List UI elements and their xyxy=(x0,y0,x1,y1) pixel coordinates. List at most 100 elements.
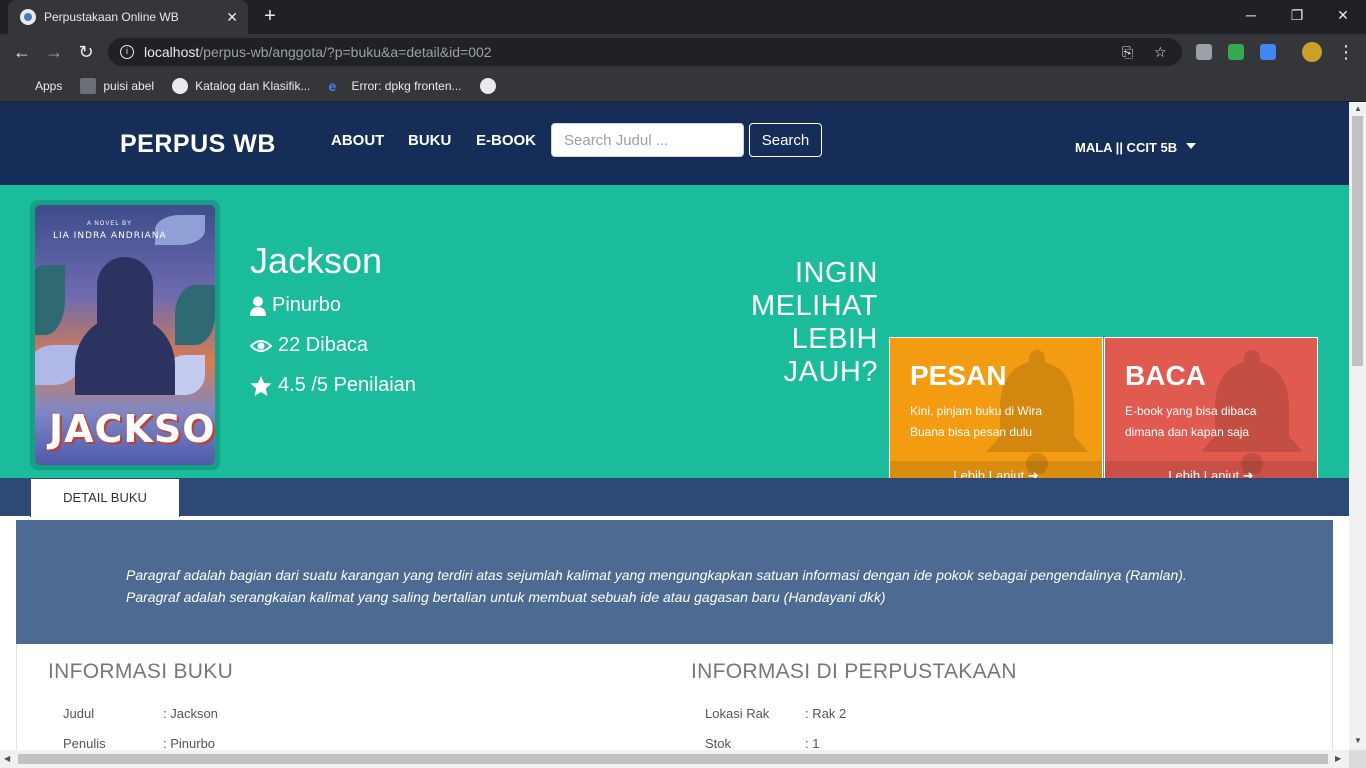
book-title: Jackson xyxy=(250,240,383,281)
scroll-right-icon[interactable]: ▶ xyxy=(1335,754,1341,763)
site-navbar: PERPUS WB ABOUT BUKU E-BOOK Search MALA … xyxy=(0,102,1349,185)
nav-link-about[interactable]: ABOUT xyxy=(331,132,384,149)
quote-line: Paragraf adalah bagian dari suatu karang… xyxy=(126,567,1187,583)
caret-down-icon xyxy=(1186,142,1197,149)
book-cover: A NOVEL BY LIA INDRA ANDRIANA JACKSON xyxy=(30,200,220,470)
translate-icon[interactable]: ⎘ xyxy=(1122,38,1133,66)
vertical-scroll-thumb[interactable] xyxy=(1352,116,1363,366)
globe-icon xyxy=(172,77,189,94)
info-section: INFORMASI BUKU Judul : Jackson Penulis :… xyxy=(16,644,1333,750)
bookmark-puisi-abel[interactable]: puisi abel xyxy=(80,77,155,94)
forward-button[interactable]: → xyxy=(42,40,66,64)
extension-cube-icon[interactable] xyxy=(1196,44,1212,60)
book-reads: 22 Dibaca xyxy=(278,334,369,356)
bookmark-image-icon xyxy=(80,77,97,94)
restore-button[interactable]: ❐ xyxy=(1274,0,1320,30)
quote-line: Paragraf adalah serangkaian kalimat yang… xyxy=(126,589,886,605)
url-host: localhost xyxy=(144,44,200,60)
info-buku-heading: INFORMASI BUKU xyxy=(48,660,234,683)
info-value: : Rak 2 xyxy=(805,706,847,721)
eye-icon xyxy=(250,339,272,352)
promo-card-pesan[interactable]: PESAN Kini, pinjam buku di Wira Buana bi… xyxy=(889,337,1103,492)
horizontal-scroll-thumb[interactable] xyxy=(18,754,1328,764)
promo-card-title: BACA xyxy=(1125,360,1206,391)
nav-link-buku[interactable]: BUKU xyxy=(408,132,451,149)
scroll-left-icon[interactable]: ◀ xyxy=(4,754,10,763)
minimize-button[interactable]: ─ xyxy=(1228,0,1274,30)
cover-subtitle: A NOVEL BY xyxy=(87,221,133,227)
book-rating: 4.5 /5 Penilaian xyxy=(278,374,416,396)
info-value: : 1 xyxy=(805,736,820,750)
book-reads-row: 22 Dibaca xyxy=(250,334,368,357)
browser-toolbar: ← → ↻ i localhost /perpus-wb/anggota/?p=… xyxy=(0,34,1366,70)
book-author: Pinurbo xyxy=(272,294,341,316)
tab-title: Perpustakaan Online WB xyxy=(44,10,179,24)
globe-icon xyxy=(479,77,496,94)
extension-check-icon[interactable] xyxy=(1260,44,1276,60)
promo-heading-line: MELIHAT xyxy=(750,290,878,322)
apps-grid-icon xyxy=(12,78,28,94)
scroll-down-icon[interactable]: ▼ xyxy=(1354,736,1362,745)
info-perpus-heading: INFORMASI DI PERPUSTAKAAN xyxy=(691,660,1017,683)
bookmark-error-dpkg[interactable]: e Error: dpkg fronten... xyxy=(328,78,461,94)
nav-link-ebook[interactable]: E-BOOK xyxy=(476,132,536,149)
address-bar[interactable]: i localhost /perpus-wb/anggota/?p=buku&a… xyxy=(108,38,1182,66)
extension-mail-icon[interactable] xyxy=(1228,44,1244,60)
browser-menu-icon[interactable]: ⋮ xyxy=(1334,40,1358,64)
bookmark-katalog[interactable]: Katalog dan Klasifik... xyxy=(172,77,311,94)
promo-heading-line: INGIN xyxy=(794,257,878,289)
scroll-up-icon[interactable]: ▲ xyxy=(1354,104,1362,113)
cover-title: JACKSON xyxy=(49,407,215,451)
promo-heading-line: LEBIH JAUH? xyxy=(783,323,878,388)
info-value: : Pinurbo xyxy=(163,736,216,750)
star-icon xyxy=(250,375,272,396)
promo-heading: INGIN MELIHAT LEBIH JAUH? xyxy=(690,257,878,389)
search-button[interactable]: Search xyxy=(749,123,822,157)
site-brand[interactable]: PERPUS WB xyxy=(120,130,276,159)
book-hero: A NOVEL BY LIA INDRA ANDRIANA JACKSON Ja… xyxy=(0,185,1349,492)
search-input[interactable] xyxy=(551,123,744,157)
promo-card-desc: Kini, pinjam buku di Wira Buana bisa pes… xyxy=(910,404,1043,439)
profile-avatar[interactable] xyxy=(1302,42,1322,62)
bookmark-label: Error: dpkg fronten... xyxy=(351,78,462,93)
bookmark-label: puisi abel xyxy=(103,78,155,93)
quote-block: Paragraf adalah bagian dari suatu karang… xyxy=(16,520,1333,644)
bookmark-label: Apps xyxy=(35,78,63,93)
tab-detail-buku[interactable]: DETAIL BUKU xyxy=(30,478,180,517)
scrollbar-corner xyxy=(1349,750,1366,768)
horizontal-scrollbar[interactable]: ◀ ▶ xyxy=(0,750,1349,768)
window-close-button[interactable]: ✕ xyxy=(1320,0,1366,30)
user-icon xyxy=(250,296,266,316)
url-path: /perpus-wb/anggota/?p=buku&a=detail&id=0… xyxy=(199,44,492,60)
bookmark-label: Katalog dan Klasifik... xyxy=(195,78,311,93)
user-menu-dropdown[interactable]: MALA || CCIT 5B xyxy=(1075,140,1197,155)
tab-close-icon[interactable]: ✕ xyxy=(226,9,238,26)
reload-button[interactable]: ↻ xyxy=(74,40,98,64)
info-label: Stok xyxy=(705,736,732,750)
user-name: MALA || CCIT 5B xyxy=(1075,140,1178,155)
info-value: : Jackson xyxy=(163,706,218,721)
info-label: Penulis xyxy=(63,736,106,750)
detail-tabs-bar: DETAIL BUKU xyxy=(0,478,1349,517)
quote-text: Paragraf adalah bagian dari suatu karang… xyxy=(126,564,1266,608)
new-tab-button[interactable]: + xyxy=(258,5,282,29)
e-logo-icon: e xyxy=(328,77,337,94)
vertical-scrollbar[interactable]: ▲ ▼ xyxy=(1349,102,1366,750)
site-info-icon[interactable]: i xyxy=(120,45,134,59)
promo-card-baca[interactable]: BACA E-book yang bisa dibaca dimana dan … xyxy=(1104,337,1318,492)
site-favicon-icon xyxy=(20,9,36,25)
bookmark-globe[interactable] xyxy=(479,77,503,94)
page-viewport: PERPUS WB ABOUT BUKU E-BOOK Search MALA … xyxy=(0,102,1349,750)
promo-card-desc: E-book yang bisa dibaca dimana dan kapan… xyxy=(1125,404,1257,439)
browser-tab[interactable]: Perpustakaan Online WB ✕ xyxy=(8,0,248,34)
cover-author: LIA INDRA ANDRIANA xyxy=(53,231,167,241)
book-cover-image: A NOVEL BY LIA INDRA ANDRIANA JACKSON xyxy=(35,205,215,465)
promo-card-title: PESAN xyxy=(910,360,1007,391)
bookmark-star-icon[interactable]: ☆ xyxy=(1154,38,1167,66)
bookmark-apps[interactable]: Apps xyxy=(12,78,62,94)
info-label: Judul xyxy=(63,706,95,721)
book-rating-row: 4.5 /5 Penilaian xyxy=(250,374,416,397)
info-label: Lokasi Rak xyxy=(705,706,770,721)
back-button[interactable]: ← xyxy=(10,40,34,64)
bookmarks-bar: Apps puisi abel Katalog dan Klasifik... … xyxy=(0,70,1366,102)
